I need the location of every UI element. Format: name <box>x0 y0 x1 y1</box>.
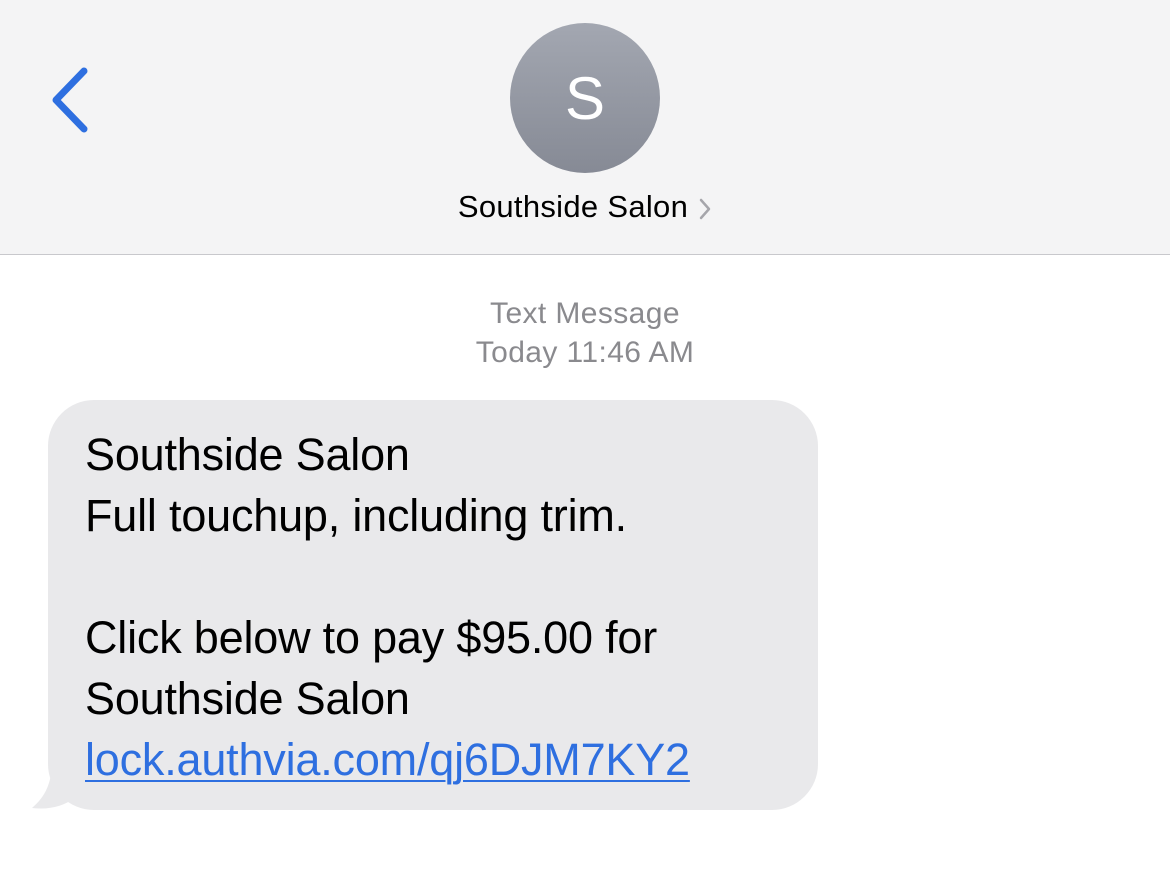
received-message[interactable]: Southside Salon Full touchup, including … <box>30 400 820 812</box>
avatar-initial: S <box>564 64 606 132</box>
message-timestamp: Text Message Today 11:46 AM <box>0 294 1170 372</box>
message-line: Southside Salon <box>85 429 410 480</box>
chevron-left-icon <box>52 67 88 133</box>
message-type-label: Text Message <box>490 297 680 330</box>
payment-link[interactable]: lock.authvia.com/qj6DJM7KY2 <box>85 729 788 790</box>
contact-name: Southside Salon <box>457 189 689 224</box>
message-bubble[interactable]: Southside Salon Full touchup, including … <box>48 400 818 810</box>
back-button[interactable] <box>30 55 110 145</box>
contact-name-button[interactable]: Southside Salon <box>0 185 1170 229</box>
conversation-header: S Southside Salon <box>0 0 1170 255</box>
chevron-right-icon <box>698 197 712 221</box>
message-time: Today 11:46 AM <box>475 336 695 369</box>
avatar[interactable]: S <box>510 23 660 173</box>
message-line: Full touchup, including trim. <box>85 490 627 541</box>
message-line: Southside Salon <box>85 673 410 724</box>
message-line: Click below to pay $95.00 for <box>85 612 658 663</box>
